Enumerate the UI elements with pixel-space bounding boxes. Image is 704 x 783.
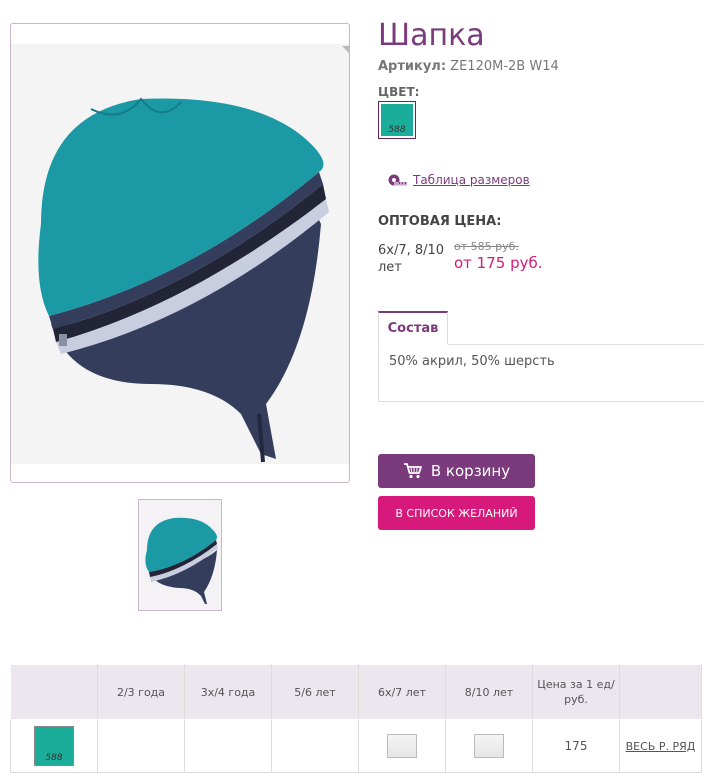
table-cell <box>271 719 359 773</box>
table-cell-swatch: 588 <box>10 719 98 773</box>
add-to-wishlist-button[interactable]: В СПИСОК ЖЕЛАНИЙ <box>378 496 535 530</box>
table-cell <box>184 719 272 773</box>
current-price: от 175 руб. <box>454 254 543 272</box>
size-table-link[interactable]: Таблица размеров <box>388 173 530 187</box>
product-main-image[interactable] <box>10 23 350 483</box>
price-sizes: 6х/7, 8/10 лет <box>378 243 445 275</box>
row-color-code: 588 <box>45 753 63 763</box>
full-size-range-link[interactable]: ВЕСЬ Р. РЯД <box>626 740 696 753</box>
table-header-row: 2/3 года 3х/4 года 5/6 лет 6х/7 лет 8/10… <box>10 664 702 720</box>
table-header: Цена за 1 ед/ руб. <box>532 664 620 720</box>
table-cell <box>358 719 446 773</box>
wholesale-price-label: ОПТОВАЯ ЦЕНА: <box>378 214 502 229</box>
size-order-table: 2/3 года 3х/4 года 5/6 лет 6х/7 лет 8/10… <box>10 664 702 773</box>
table-header <box>10 664 98 720</box>
sku-value: ZE120M-2B W14 <box>450 59 559 74</box>
table-cell <box>445 719 533 773</box>
sku-label: Артикул: <box>378 59 447 74</box>
table-cell <box>97 719 185 773</box>
table-row: 588 175 ВЕСЬ Р. РЯД <box>10 719 702 773</box>
quantity-input-8-10[interactable] <box>474 734 504 758</box>
tape-measure-icon <box>388 174 407 186</box>
table-header: 3х/4 года <box>184 664 272 720</box>
add-to-cart-label: В корзину <box>430 462 511 480</box>
table-header: 5/6 лет <box>271 664 359 720</box>
row-color-swatch: 588 <box>34 726 74 766</box>
tab-panel <box>378 344 704 402</box>
row-price: 175 <box>532 719 620 773</box>
table-cell: ВЕСЬ Р. РЯД <box>619 719 702 773</box>
size-table-label: Таблица размеров <box>413 173 530 187</box>
table-header: 6х/7 лет <box>358 664 446 720</box>
color-swatch[interactable]: 588 <box>378 101 416 139</box>
zoom-corner-icon <box>342 46 349 53</box>
color-swatch-code: 588 <box>388 125 406 135</box>
quantity-input-6x7[interactable] <box>387 734 417 758</box>
table-header: 2/3 года <box>97 664 185 720</box>
table-header <box>619 664 702 720</box>
color-swatch-fill: 588 <box>381 104 413 136</box>
table-header: 8/10 лет <box>445 664 533 720</box>
cart-icon <box>403 463 422 479</box>
add-to-cart-button[interactable]: В корзину <box>378 454 535 488</box>
product-title: Шапка <box>378 18 485 53</box>
add-to-wishlist-label: В СПИСОК ЖЕЛАНИЙ <box>395 506 518 520</box>
hat-thumbnail-image <box>139 500 221 610</box>
color-label: ЦВЕТ: <box>378 85 420 99</box>
old-price: от 585 руб. <box>454 240 519 253</box>
product-thumbnail[interactable] <box>138 499 222 611</box>
tab-composition[interactable]: Состав <box>378 311 448 345</box>
hat-image <box>11 44 349 464</box>
sku-line: Артикул: ZE120M-2B W14 <box>378 59 559 74</box>
composition-text: 50% акрил, 50% шерсть <box>389 354 555 369</box>
